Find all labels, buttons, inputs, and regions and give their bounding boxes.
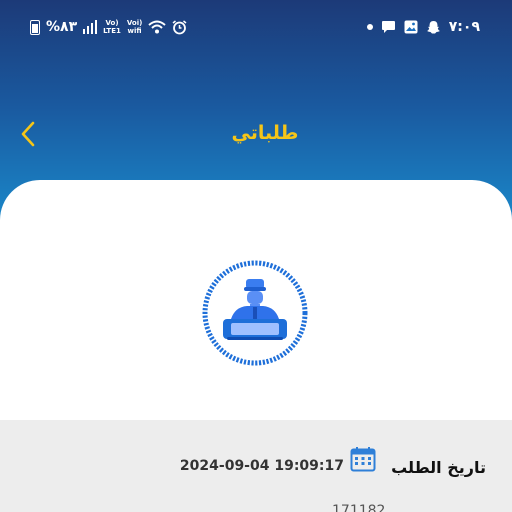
order-number-value: 171182	[332, 503, 386, 512]
battery-icon	[30, 19, 40, 35]
snapchat-icon	[426, 20, 440, 33]
notification-dot	[366, 24, 373, 30]
page-title: طلباتي	[231, 122, 299, 144]
wifi-icon	[148, 20, 166, 34]
order-date-value: 2024-09-04 19:09:17	[179, 458, 344, 474]
alarm-icon	[172, 19, 187, 34]
technician-icon	[202, 260, 308, 366]
calendar-icon	[350, 447, 376, 472]
clock: ٧:٠٩	[448, 19, 480, 35]
order-date-label: تاريخ الطلب	[391, 458, 486, 477]
volte-indicator: Vo) LTE1	[103, 19, 121, 35]
battery-percent: %٨٣	[46, 19, 78, 35]
gallery-icon	[404, 20, 418, 34]
avatar	[201, 259, 309, 367]
status-bar: %٨٣ Vo) LTE1 Voi) wifi ٧:٠٩	[0, 0, 512, 56]
vowifi-indicator: Voi) wifi	[126, 19, 143, 35]
chat-icon	[381, 21, 395, 33]
signal-icon	[83, 20, 98, 34]
